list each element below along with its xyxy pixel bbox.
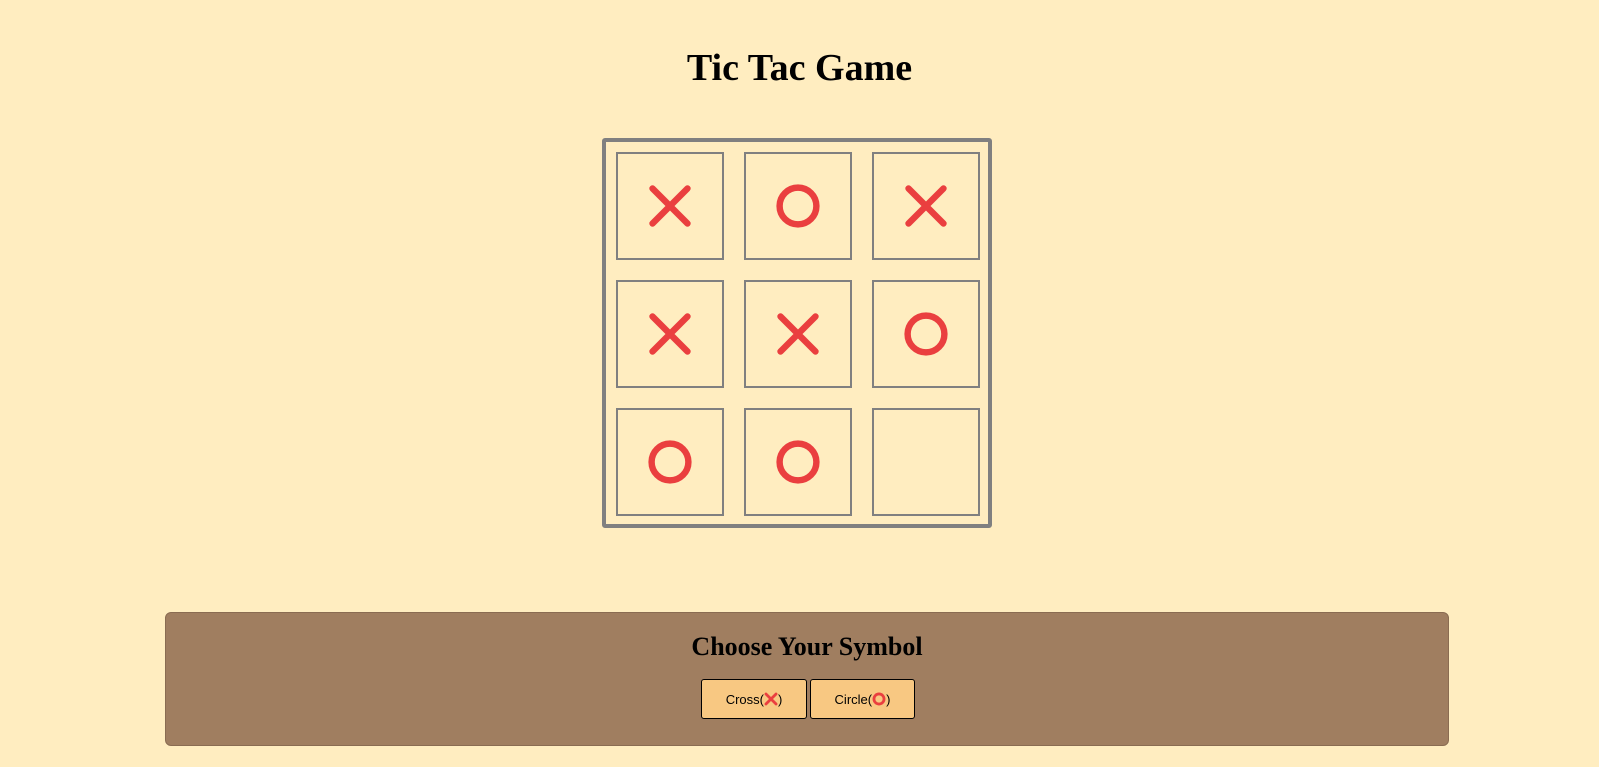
board-cell-6[interactable] bbox=[872, 280, 980, 388]
board-cell-7[interactable] bbox=[616, 408, 724, 516]
circle-mark-icon bbox=[872, 692, 886, 706]
board-cell-1[interactable] bbox=[616, 152, 724, 260]
cross-button-label-close: ) bbox=[777, 691, 783, 707]
symbol-chooser-panel: Choose Your Symbol Cross( ) Circle( ) bbox=[165, 612, 1449, 746]
board-cell-5[interactable] bbox=[744, 280, 852, 388]
page-title: Tic Tac Game bbox=[686, 47, 913, 89]
cross-button-label: Cross( bbox=[725, 691, 764, 707]
circle-button-label-close: ) bbox=[886, 691, 891, 707]
cross-mark-icon bbox=[649, 185, 691, 227]
board-cell-3[interactable] bbox=[872, 152, 980, 260]
cross-button[interactable]: Cross( ) bbox=[701, 679, 807, 719]
board-cell-8[interactable] bbox=[744, 408, 852, 516]
circle-mark-icon bbox=[776, 440, 820, 484]
cross-mark-icon bbox=[777, 313, 819, 355]
circle-button-label: Circle( bbox=[834, 691, 873, 707]
cross-mark-icon bbox=[764, 692, 778, 706]
circle-mark-icon bbox=[776, 184, 820, 228]
board-cell-9[interactable] bbox=[872, 408, 980, 516]
circle-button[interactable]: Circle( ) bbox=[810, 679, 915, 719]
circle-mark-icon bbox=[648, 440, 692, 484]
circle-mark-icon bbox=[904, 312, 948, 356]
cross-mark-icon bbox=[649, 313, 691, 355]
chooser-heading: Choose Your Symbol bbox=[691, 632, 923, 661]
board-cell-4[interactable] bbox=[616, 280, 724, 388]
cross-mark-icon bbox=[905, 185, 947, 227]
board-cell-2[interactable] bbox=[744, 152, 852, 260]
game-board bbox=[602, 138, 992, 528]
